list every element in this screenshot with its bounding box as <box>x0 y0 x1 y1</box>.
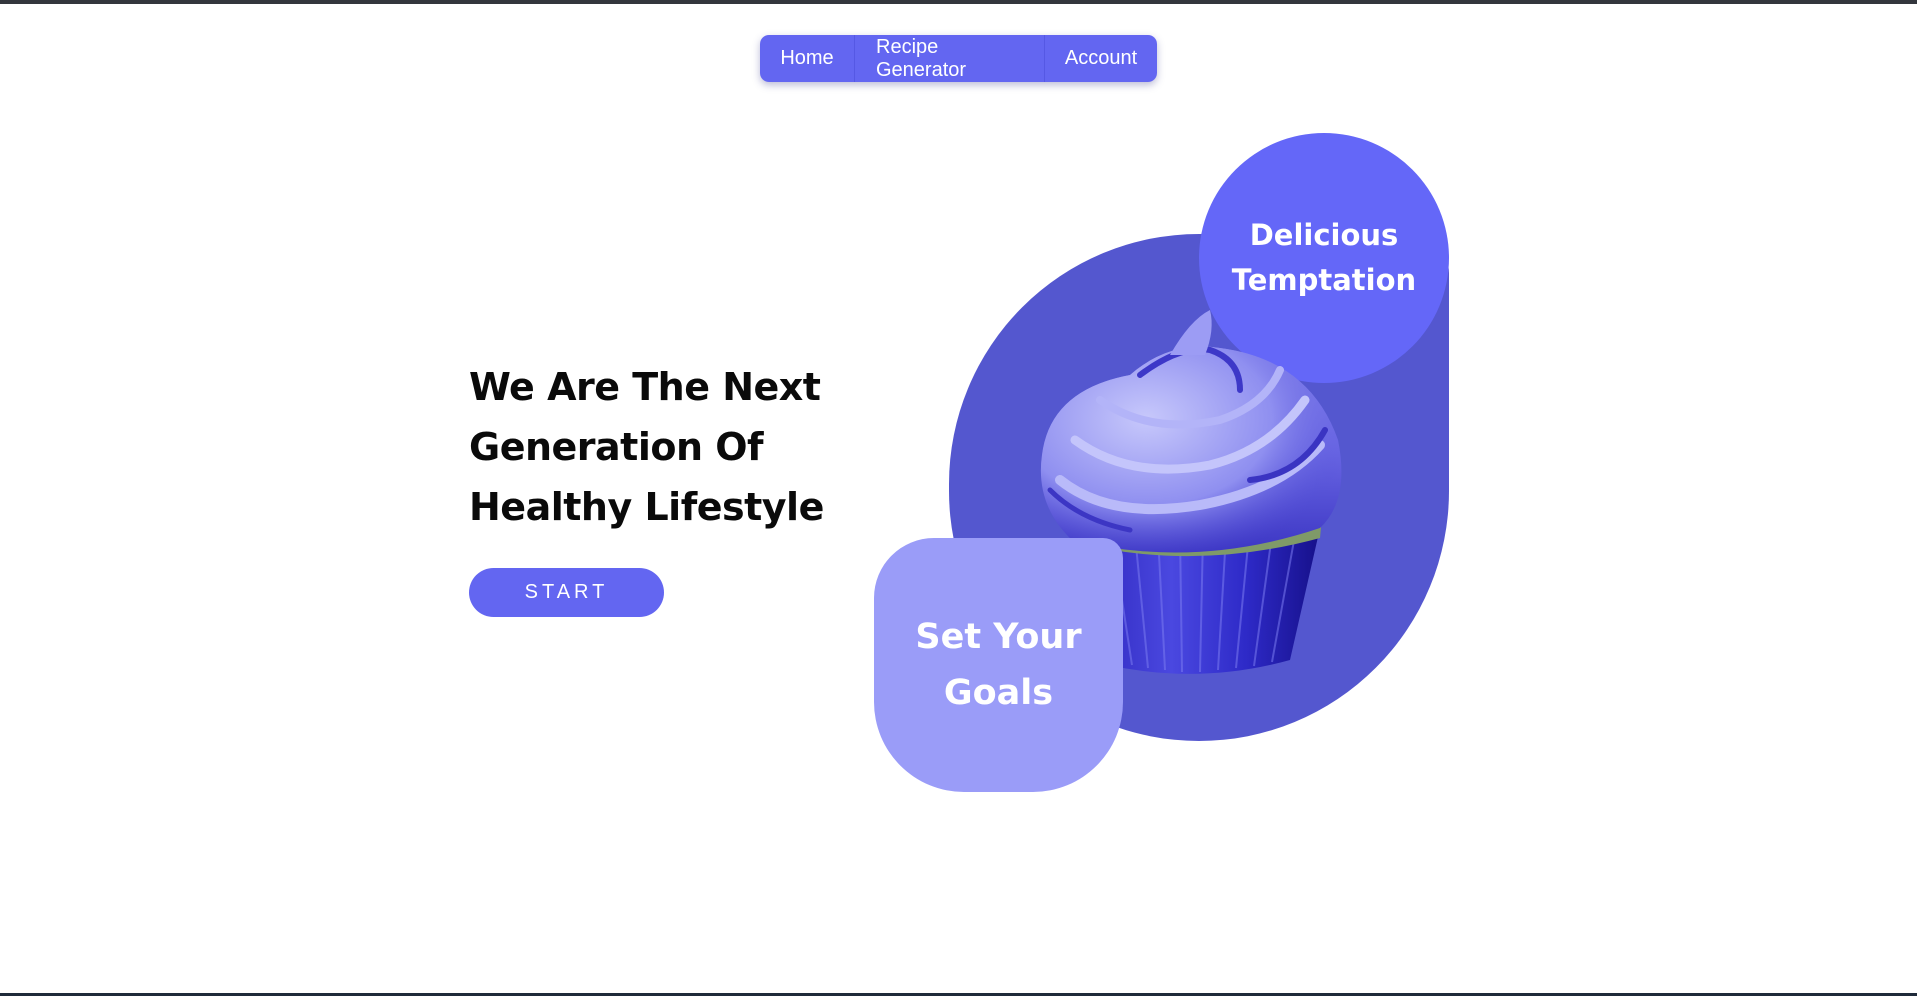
nav-home[interactable]: Home <box>760 35 854 82</box>
nav-recipe-generator[interactable]: Recipe Generator <box>854 35 1044 82</box>
window-top-border <box>0 0 1917 4</box>
hero-heading: We Are The Next Generation Of Healthy Li… <box>469 365 824 529</box>
start-button[interactable]: START <box>469 568 664 617</box>
nav-account[interactable]: Account <box>1044 35 1157 82</box>
main-nav: Home Recipe Generator Account <box>760 35 1157 82</box>
card-label: Set Your Goals <box>915 617 1082 713</box>
set-your-goals-card: Set Your Goals <box>874 538 1123 792</box>
